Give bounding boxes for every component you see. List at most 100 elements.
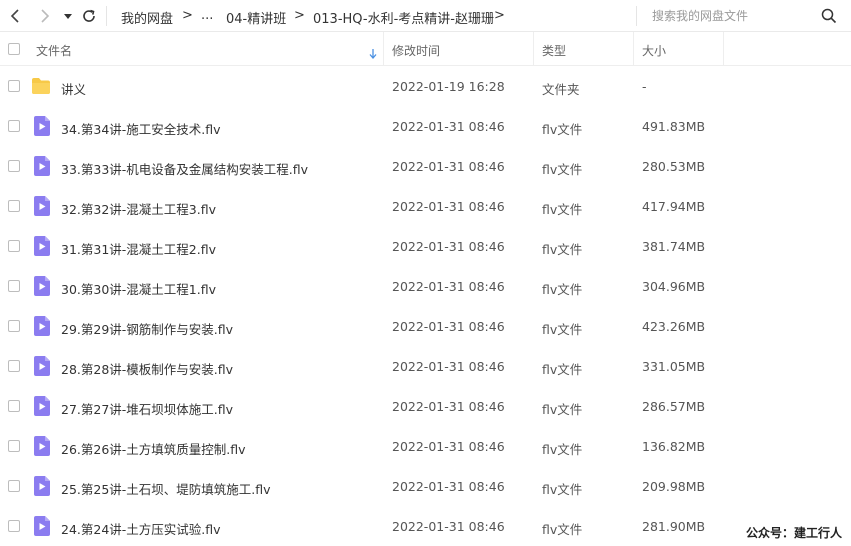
file-type: flv文件 <box>542 122 583 137</box>
file-size: 423.26MB <box>642 319 706 334</box>
column-header-modified[interactable]: 修改时间 <box>392 42 440 59</box>
file-type: flv文件 <box>542 482 583 497</box>
row-checkbox[interactable] <box>8 320 20 332</box>
breadcrumb-current[interactable]: 013-HQ-水利-考点精讲-赵珊珊 <box>313 8 494 27</box>
file-name[interactable]: 26.第26讲-土方填筑质量控制.flv <box>61 439 246 458</box>
file-size: 281.90MB <box>642 519 706 534</box>
video-file-icon <box>34 356 50 380</box>
column-header-size[interactable]: 大小 <box>642 42 666 59</box>
row-checkbox[interactable] <box>8 120 20 132</box>
table-row[interactable]: 讲义 2022-01-19 16:28 文件夹 - <box>0 66 851 106</box>
file-type: flv文件 <box>542 442 583 457</box>
column-divider[interactable] <box>533 32 534 66</box>
breadcrumb-root[interactable]: 我的网盘 <box>121 8 173 27</box>
video-file-icon <box>34 116 50 140</box>
file-name[interactable]: 27.第27讲-堆石坝坝体施工.flv <box>61 399 233 418</box>
file-size: 331.05MB <box>642 359 706 374</box>
column-divider[interactable] <box>723 32 724 66</box>
table-row[interactable]: 25.第25讲-土石坝、堤防填筑施工.flv 2022-01-31 08:46 fl… <box>0 466 851 506</box>
file-modified-time: 2022-01-31 08:46 <box>392 119 505 134</box>
toolbar-divider <box>106 6 107 26</box>
breadcrumb-separator: > <box>182 8 193 23</box>
table-row[interactable]: 32.第32讲-混凝土工程3.flv 2022-01-31 08:46 flv文件 4… <box>0 186 851 226</box>
video-file-icon <box>34 156 50 180</box>
table-row[interactable]: 34.第34讲-施工安全技术.flv 2022-01-31 08:46 flv文件 4… <box>0 106 851 146</box>
table-row[interactable]: 29.第29讲-钢筋制作与安装.flv 2022-01-31 08:46 flv文件… <box>0 306 851 346</box>
watermark: 公众号：建工行人 <box>746 524 843 541</box>
breadcrumb-ellipsis[interactable]: ... <box>201 8 213 23</box>
row-checkbox[interactable] <box>8 360 20 372</box>
table-row[interactable]: 30.第30讲-混凝土工程1.flv 2022-01-31 08:46 flv文件 3… <box>0 266 851 306</box>
breadcrumb-separator: > <box>294 8 305 23</box>
file-modified-time: 2022-01-19 16:28 <box>392 79 505 94</box>
row-checkbox[interactable] <box>8 440 20 452</box>
column-divider[interactable] <box>633 32 634 66</box>
row-checkbox[interactable] <box>8 400 20 412</box>
row-checkbox[interactable] <box>8 520 20 532</box>
table-row[interactable]: 28.第28讲-模板制作与安装.flv 2022-01-31 08:46 flv文件… <box>0 346 851 386</box>
file-type: flv文件 <box>542 362 583 377</box>
breadcrumb-separator: > <box>494 8 505 23</box>
file-size: 280.53MB <box>642 159 706 174</box>
video-file-icon <box>34 516 50 540</box>
file-name[interactable]: 29.第29讲-钢筋制作与安装.flv <box>61 319 233 338</box>
folder-icon <box>31 77 51 99</box>
column-divider[interactable] <box>383 32 384 66</box>
table-row[interactable]: 27.第27讲-堆石坝坝体施工.flv 2022-01-31 08:46 flv文件… <box>0 386 851 426</box>
file-size: 417.94MB <box>642 199 706 214</box>
file-list-header: 文件名 修改时间 类型 大小 <box>0 32 851 66</box>
row-checkbox[interactable] <box>8 280 20 292</box>
row-checkbox[interactable] <box>8 80 20 92</box>
caret-down-icon[interactable] <box>60 6 76 26</box>
select-all-checkbox[interactable] <box>8 43 20 55</box>
column-header-type[interactable]: 类型 <box>542 42 566 59</box>
toolbar-divider <box>636 6 637 26</box>
file-name[interactable]: 25.第25讲-土石坝、堤防填筑施工.flv <box>61 479 271 498</box>
video-file-icon <box>34 236 50 260</box>
chevron-left-icon[interactable] <box>6 6 26 26</box>
file-name[interactable]: 24.第24讲-土方压实试验.flv <box>61 519 221 538</box>
breadcrumb-folder[interactable]: 04-精讲班 <box>226 8 286 27</box>
video-file-icon <box>34 316 50 340</box>
file-type: 文件夹 <box>542 82 580 97</box>
video-file-icon <box>34 276 50 300</box>
file-size: 136.82MB <box>642 439 706 454</box>
file-size: - <box>642 79 647 94</box>
file-modified-time: 2022-01-31 08:46 <box>392 439 505 454</box>
table-row[interactable]: 31.第31讲-混凝土工程2.flv 2022-01-31 08:46 flv文件 3… <box>0 226 851 266</box>
file-size: 381.74MB <box>642 239 706 254</box>
search-icon[interactable] <box>821 8 837 28</box>
file-modified-time: 2022-01-31 08:46 <box>392 359 505 374</box>
video-file-icon <box>34 396 50 420</box>
file-type: flv文件 <box>542 162 583 177</box>
table-row[interactable]: 24.第24讲-土方压实试验.flv 2022-01-31 08:46 flv文件 2… <box>0 506 851 546</box>
file-name[interactable]: 30.第30讲-混凝土工程1.flv <box>61 279 216 298</box>
file-name[interactable]: 33.第33讲-机电设备及金属结构安装工程.flv <box>61 159 308 178</box>
search-input[interactable] <box>648 5 816 27</box>
row-checkbox[interactable] <box>8 240 20 252</box>
file-modified-time: 2022-01-31 08:46 <box>392 199 505 214</box>
refresh-icon[interactable] <box>79 6 99 26</box>
file-modified-time: 2022-01-31 08:46 <box>392 479 505 494</box>
row-checkbox[interactable] <box>8 200 20 212</box>
file-name[interactable]: 讲义 <box>61 79 86 98</box>
table-row[interactable]: 26.第26讲-土方填筑质量控制.flv 2022-01-31 08:46 flv文… <box>0 426 851 466</box>
file-size: 304.96MB <box>642 279 706 294</box>
file-name[interactable]: 34.第34讲-施工安全技术.flv <box>61 119 221 138</box>
file-name[interactable]: 28.第28讲-模板制作与安装.flv <box>61 359 233 378</box>
table-row[interactable]: 33.第33讲-机电设备及金属结构安装工程.flv 2022-01-31 08:4… <box>0 146 851 186</box>
file-type: flv文件 <box>542 242 583 257</box>
file-modified-time: 2022-01-31 08:46 <box>392 519 505 534</box>
sort-down-arrow-icon[interactable] <box>369 44 377 63</box>
file-modified-time: 2022-01-31 08:46 <box>392 399 505 414</box>
row-checkbox[interactable] <box>8 160 20 172</box>
file-type: flv文件 <box>542 202 583 217</box>
chevron-right-icon[interactable] <box>34 6 54 26</box>
file-name[interactable]: 31.第31讲-混凝土工程2.flv <box>61 239 216 258</box>
video-file-icon <box>34 476 50 500</box>
file-name[interactable]: 32.第32讲-混凝土工程3.flv <box>61 199 216 218</box>
file-type: flv文件 <box>542 282 583 297</box>
row-checkbox[interactable] <box>8 480 20 492</box>
column-header-name[interactable]: 文件名 <box>36 42 72 59</box>
file-modified-time: 2022-01-31 08:46 <box>392 159 505 174</box>
